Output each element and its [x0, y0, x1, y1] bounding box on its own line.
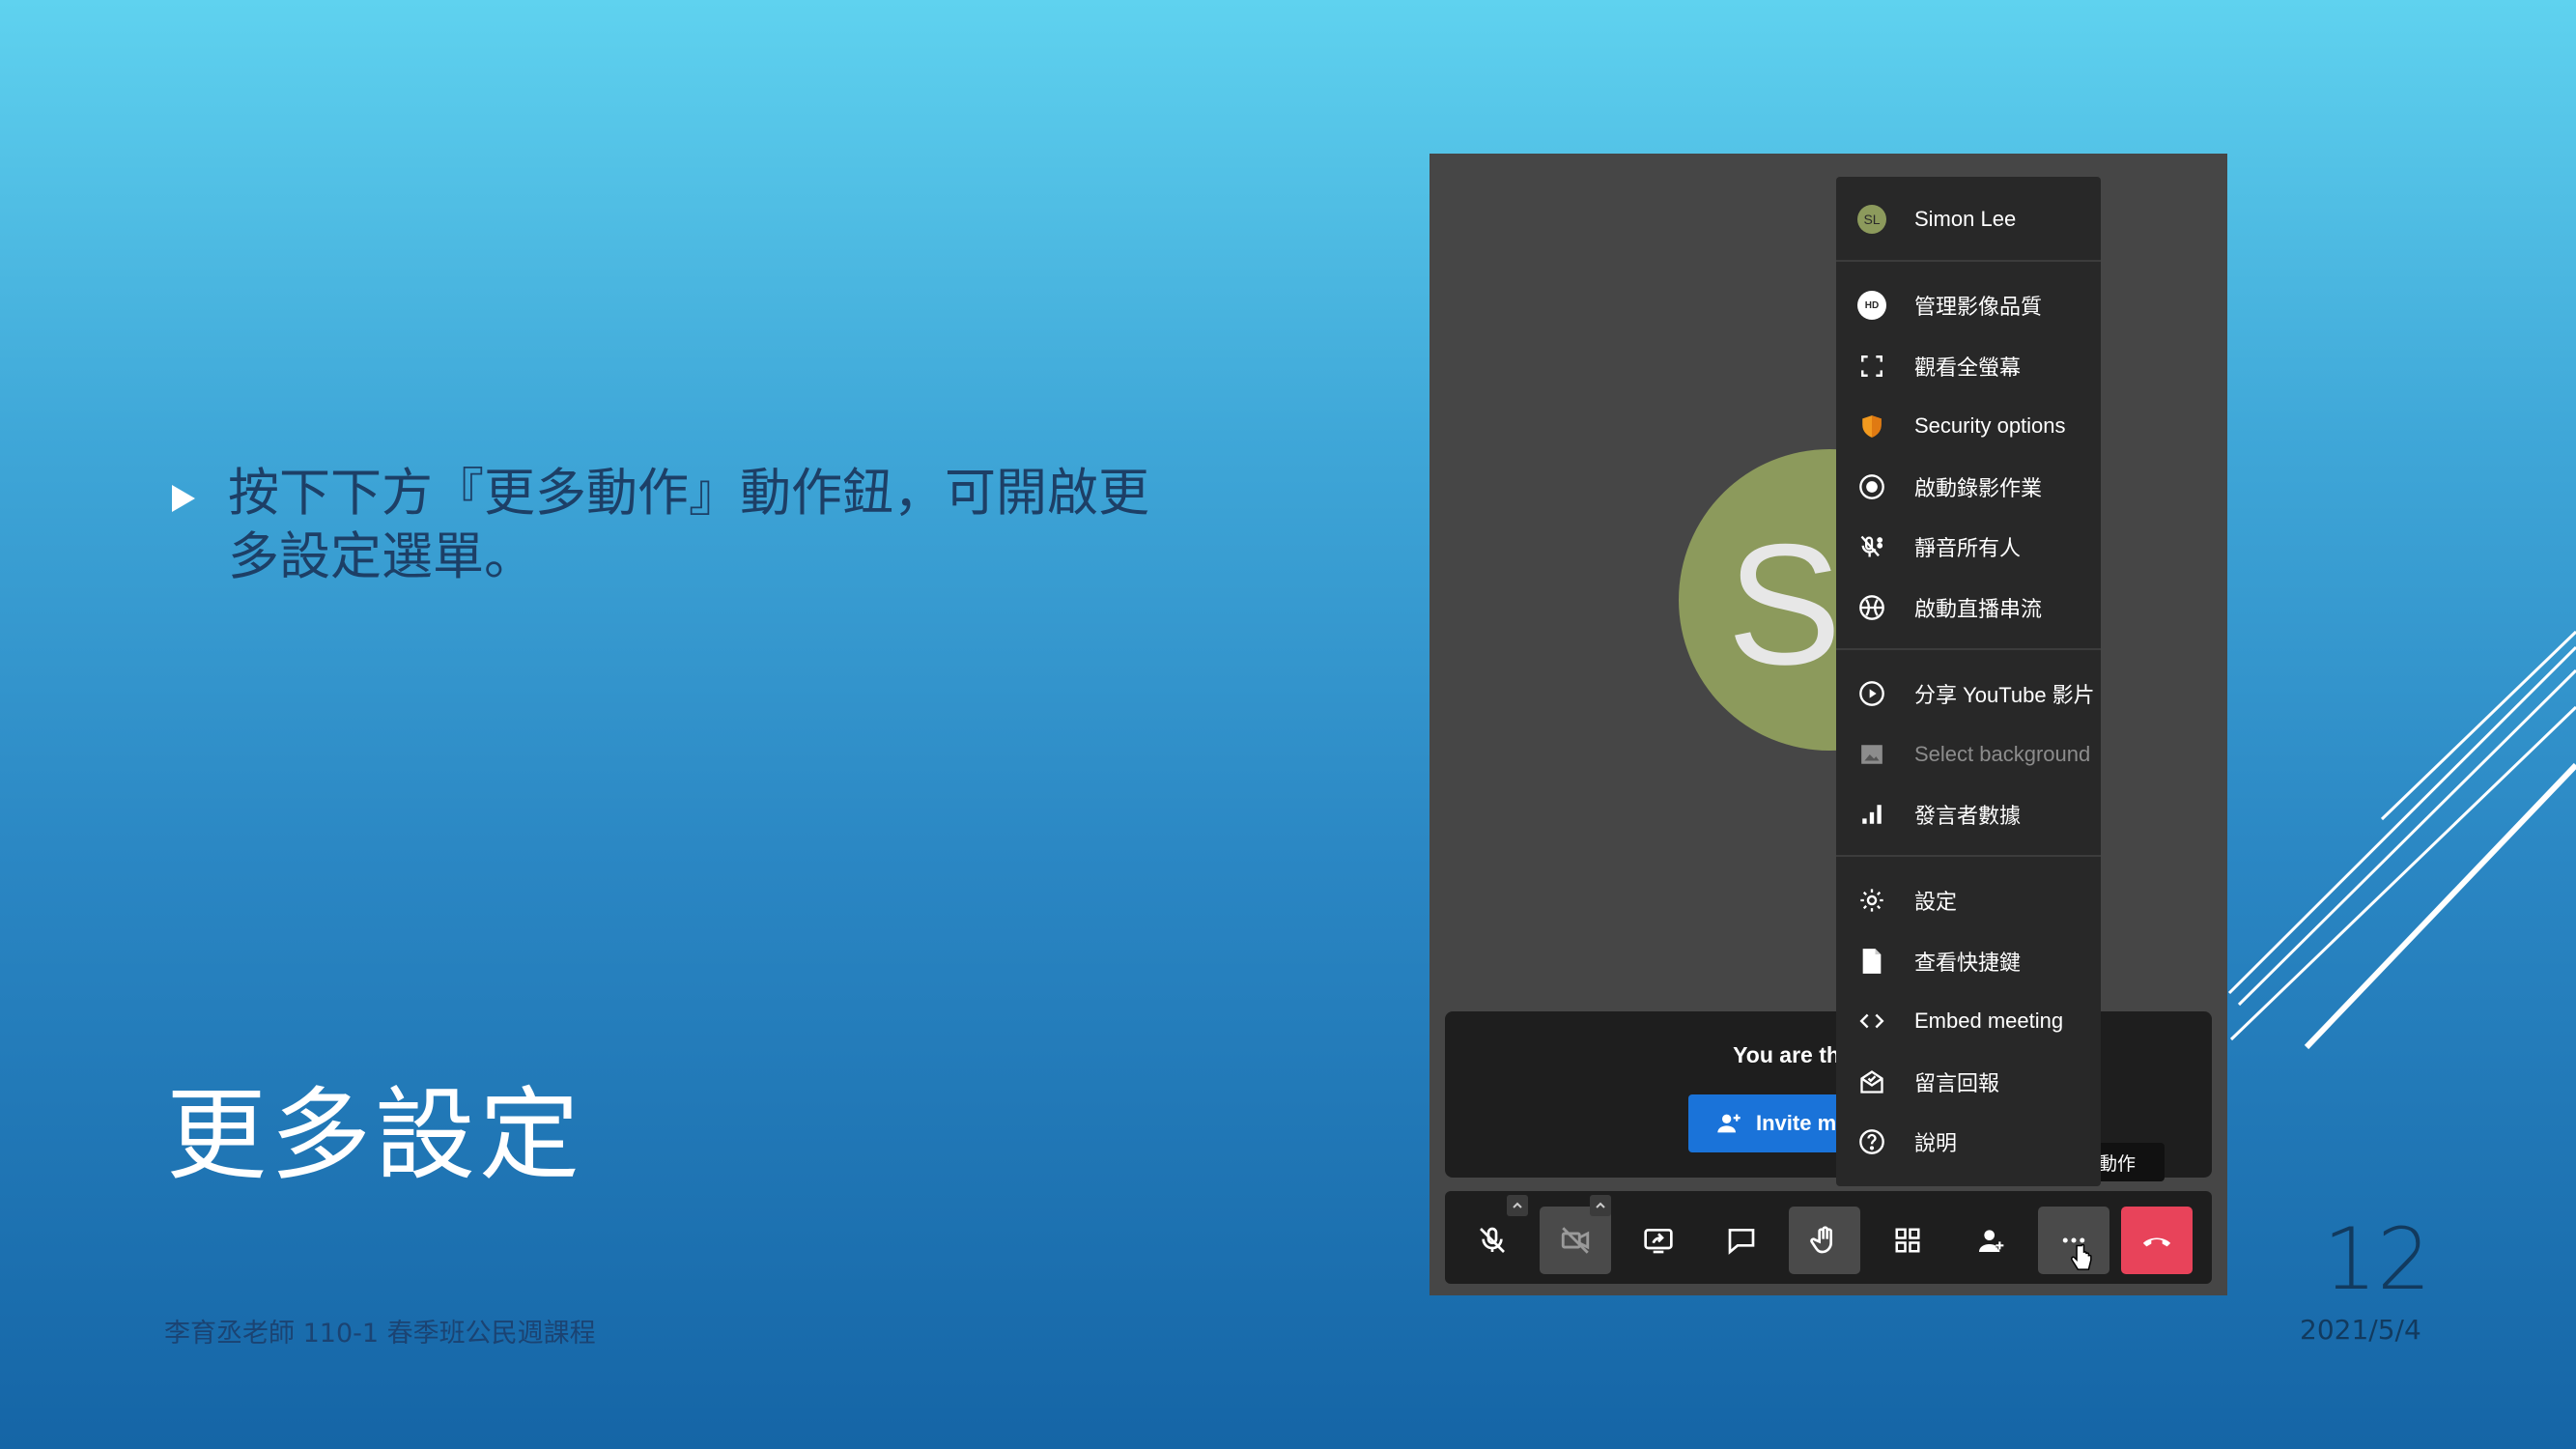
- menu-item-feedback[interactable]: 留言回報: [1836, 1053, 2101, 1111]
- menu-item-label: 留言回報: [1914, 1071, 2000, 1095]
- user-name: Simon Lee: [1914, 207, 2017, 231]
- menu-item-label: 發言者數據: [1914, 804, 2022, 828]
- mic-options-caret[interactable]: [1507, 1195, 1528, 1216]
- add-person-icon: [1717, 1114, 1741, 1133]
- menu-item-help[interactable]: 說明: [1836, 1113, 2101, 1171]
- hand-cursor-icon: [2071, 1243, 2092, 1270]
- menu-item-label: 設定: [1914, 890, 1958, 914]
- menu-item-security[interactable]: Security options: [1836, 397, 2101, 455]
- livestream-icon: [1859, 595, 1884, 620]
- meeting-screenshot: S You are the only o Invite m SL Simon L…: [1430, 154, 2227, 1295]
- share-screen-button[interactable]: [1623, 1207, 1694, 1274]
- menu-item-label: 靜音所有人: [1914, 536, 2022, 560]
- menu-item-label: 啟動直播串流: [1914, 597, 2043, 621]
- shield-icon: [1862, 415, 1882, 438]
- page-number: 12: [2323, 1209, 2431, 1309]
- bar-chart-icon: [1862, 805, 1882, 824]
- menu-item-label: Embed meeting: [1914, 1009, 2064, 1033]
- menu-item-label: Security options: [1914, 413, 2066, 438]
- tile-view-button[interactable]: [1872, 1207, 1943, 1274]
- document-icon: [1862, 949, 1882, 974]
- code-icon: [1859, 1013, 1884, 1029]
- menu-item-video-quality[interactable]: HD 管理影像品質: [1836, 276, 2101, 334]
- menu-item-embed-meeting[interactable]: Embed meeting: [1836, 992, 2101, 1050]
- menu-item-label: 啟動錄影作業: [1914, 476, 2043, 500]
- fullscreen-icon: [1861, 355, 1882, 377]
- play-circle-icon: [1859, 681, 1884, 706]
- menu-item-speaker-stats[interactable]: 發言者數據: [1836, 785, 2101, 843]
- invite-people-button[interactable]: [1955, 1207, 2026, 1274]
- hd-icon: HD: [1857, 291, 1886, 320]
- help-icon: [1859, 1129, 1884, 1154]
- menu-divider: [1836, 648, 2101, 650]
- menu-item-mute-everyone[interactable]: 靜音所有人: [1836, 518, 2101, 576]
- menu-divider: [1836, 260, 2101, 262]
- chat-icon: [1728, 1229, 1755, 1255]
- triangle-bullet-icon: [172, 485, 195, 512]
- invite-label: Invite m: [1756, 1111, 1837, 1135]
- add-user-icon: [1979, 1230, 2004, 1252]
- hangup-icon: [2142, 1237, 2171, 1247]
- footer-date: 2021/5/4: [2300, 1314, 2421, 1346]
- bullet-text: 按下下方『更多動作』動作鈕，可開啟更多設定選單。: [228, 464, 1149, 586]
- menu-item-label: Select background: [1914, 742, 2091, 766]
- mute-all-icon: [1860, 535, 1883, 557]
- meeting-toolbar: [1445, 1191, 2212, 1284]
- menu-item-label: 管理影像品質: [1914, 295, 2043, 319]
- chat-button[interactable]: [1706, 1207, 1777, 1274]
- menu-item-fullscreen[interactable]: 觀看全螢幕: [1836, 337, 2101, 395]
- chevron-up-icon: [1513, 1202, 1522, 1208]
- menu-item-livestream[interactable]: 啟動直播串流: [1836, 579, 2101, 637]
- menu-item-label: 說明: [1914, 1131, 1958, 1155]
- slide-title: 更多設定: [166, 1076, 584, 1194]
- more-actions-menu: SL Simon Lee HD 管理影像品質 觀看全螢幕 Security op…: [1836, 177, 2101, 1186]
- menu-item-select-background: Select background: [1836, 725, 2101, 783]
- bullet-point: 按下下方『更多動作』動作鈕，可開啟更多設定選單。: [172, 462, 1176, 589]
- mute-mic-button[interactable]: [1457, 1207, 1528, 1274]
- chevron-up-icon: [1596, 1202, 1605, 1208]
- hand-icon: [1810, 1226, 1832, 1254]
- hangup-button[interactable]: [2121, 1207, 2193, 1274]
- decorative-lines-icon: [2227, 630, 2576, 1050]
- background-image-icon: [1861, 745, 1882, 764]
- feedback-icon: [1860, 1070, 1883, 1094]
- raise-hand-button[interactable]: [1789, 1207, 1860, 1274]
- user-avatar: SL: [1857, 205, 1886, 234]
- grid-icon: [1895, 1228, 1920, 1253]
- gear-icon: [1860, 889, 1883, 912]
- menu-user-profile[interactable]: SL Simon Lee: [1836, 190, 2101, 248]
- camera-options-caret[interactable]: [1590, 1195, 1611, 1216]
- menu-item-shortcuts[interactable]: 查看快捷鍵: [1836, 932, 2101, 990]
- menu-item-recording[interactable]: 啟動錄影作業: [1836, 458, 2101, 516]
- footer-course: 李育丞老師 110-1 春季班公民週課程: [164, 1319, 596, 1349]
- menu-item-label: 觀看全螢幕: [1914, 355, 2022, 380]
- menu-item-label: 查看快捷鍵: [1914, 951, 2022, 975]
- screen-share-icon: [1644, 1229, 1673, 1254]
- camera-off-icon: [1561, 1227, 1590, 1254]
- menu-item-settings[interactable]: 設定: [1836, 871, 2101, 929]
- record-icon: [1859, 474, 1884, 499]
- avatar-letter: S: [1727, 508, 1842, 700]
- camera-button[interactable]: [1540, 1207, 1611, 1274]
- mic-off-icon: [1480, 1227, 1505, 1253]
- menu-item-share-youtube[interactable]: 分享 YouTube 影片: [1836, 665, 2101, 723]
- menu-divider: [1836, 855, 2101, 857]
- more-actions-button[interactable]: [2038, 1207, 2109, 1274]
- menu-item-label: 分享 YouTube 影片: [1914, 683, 2095, 707]
